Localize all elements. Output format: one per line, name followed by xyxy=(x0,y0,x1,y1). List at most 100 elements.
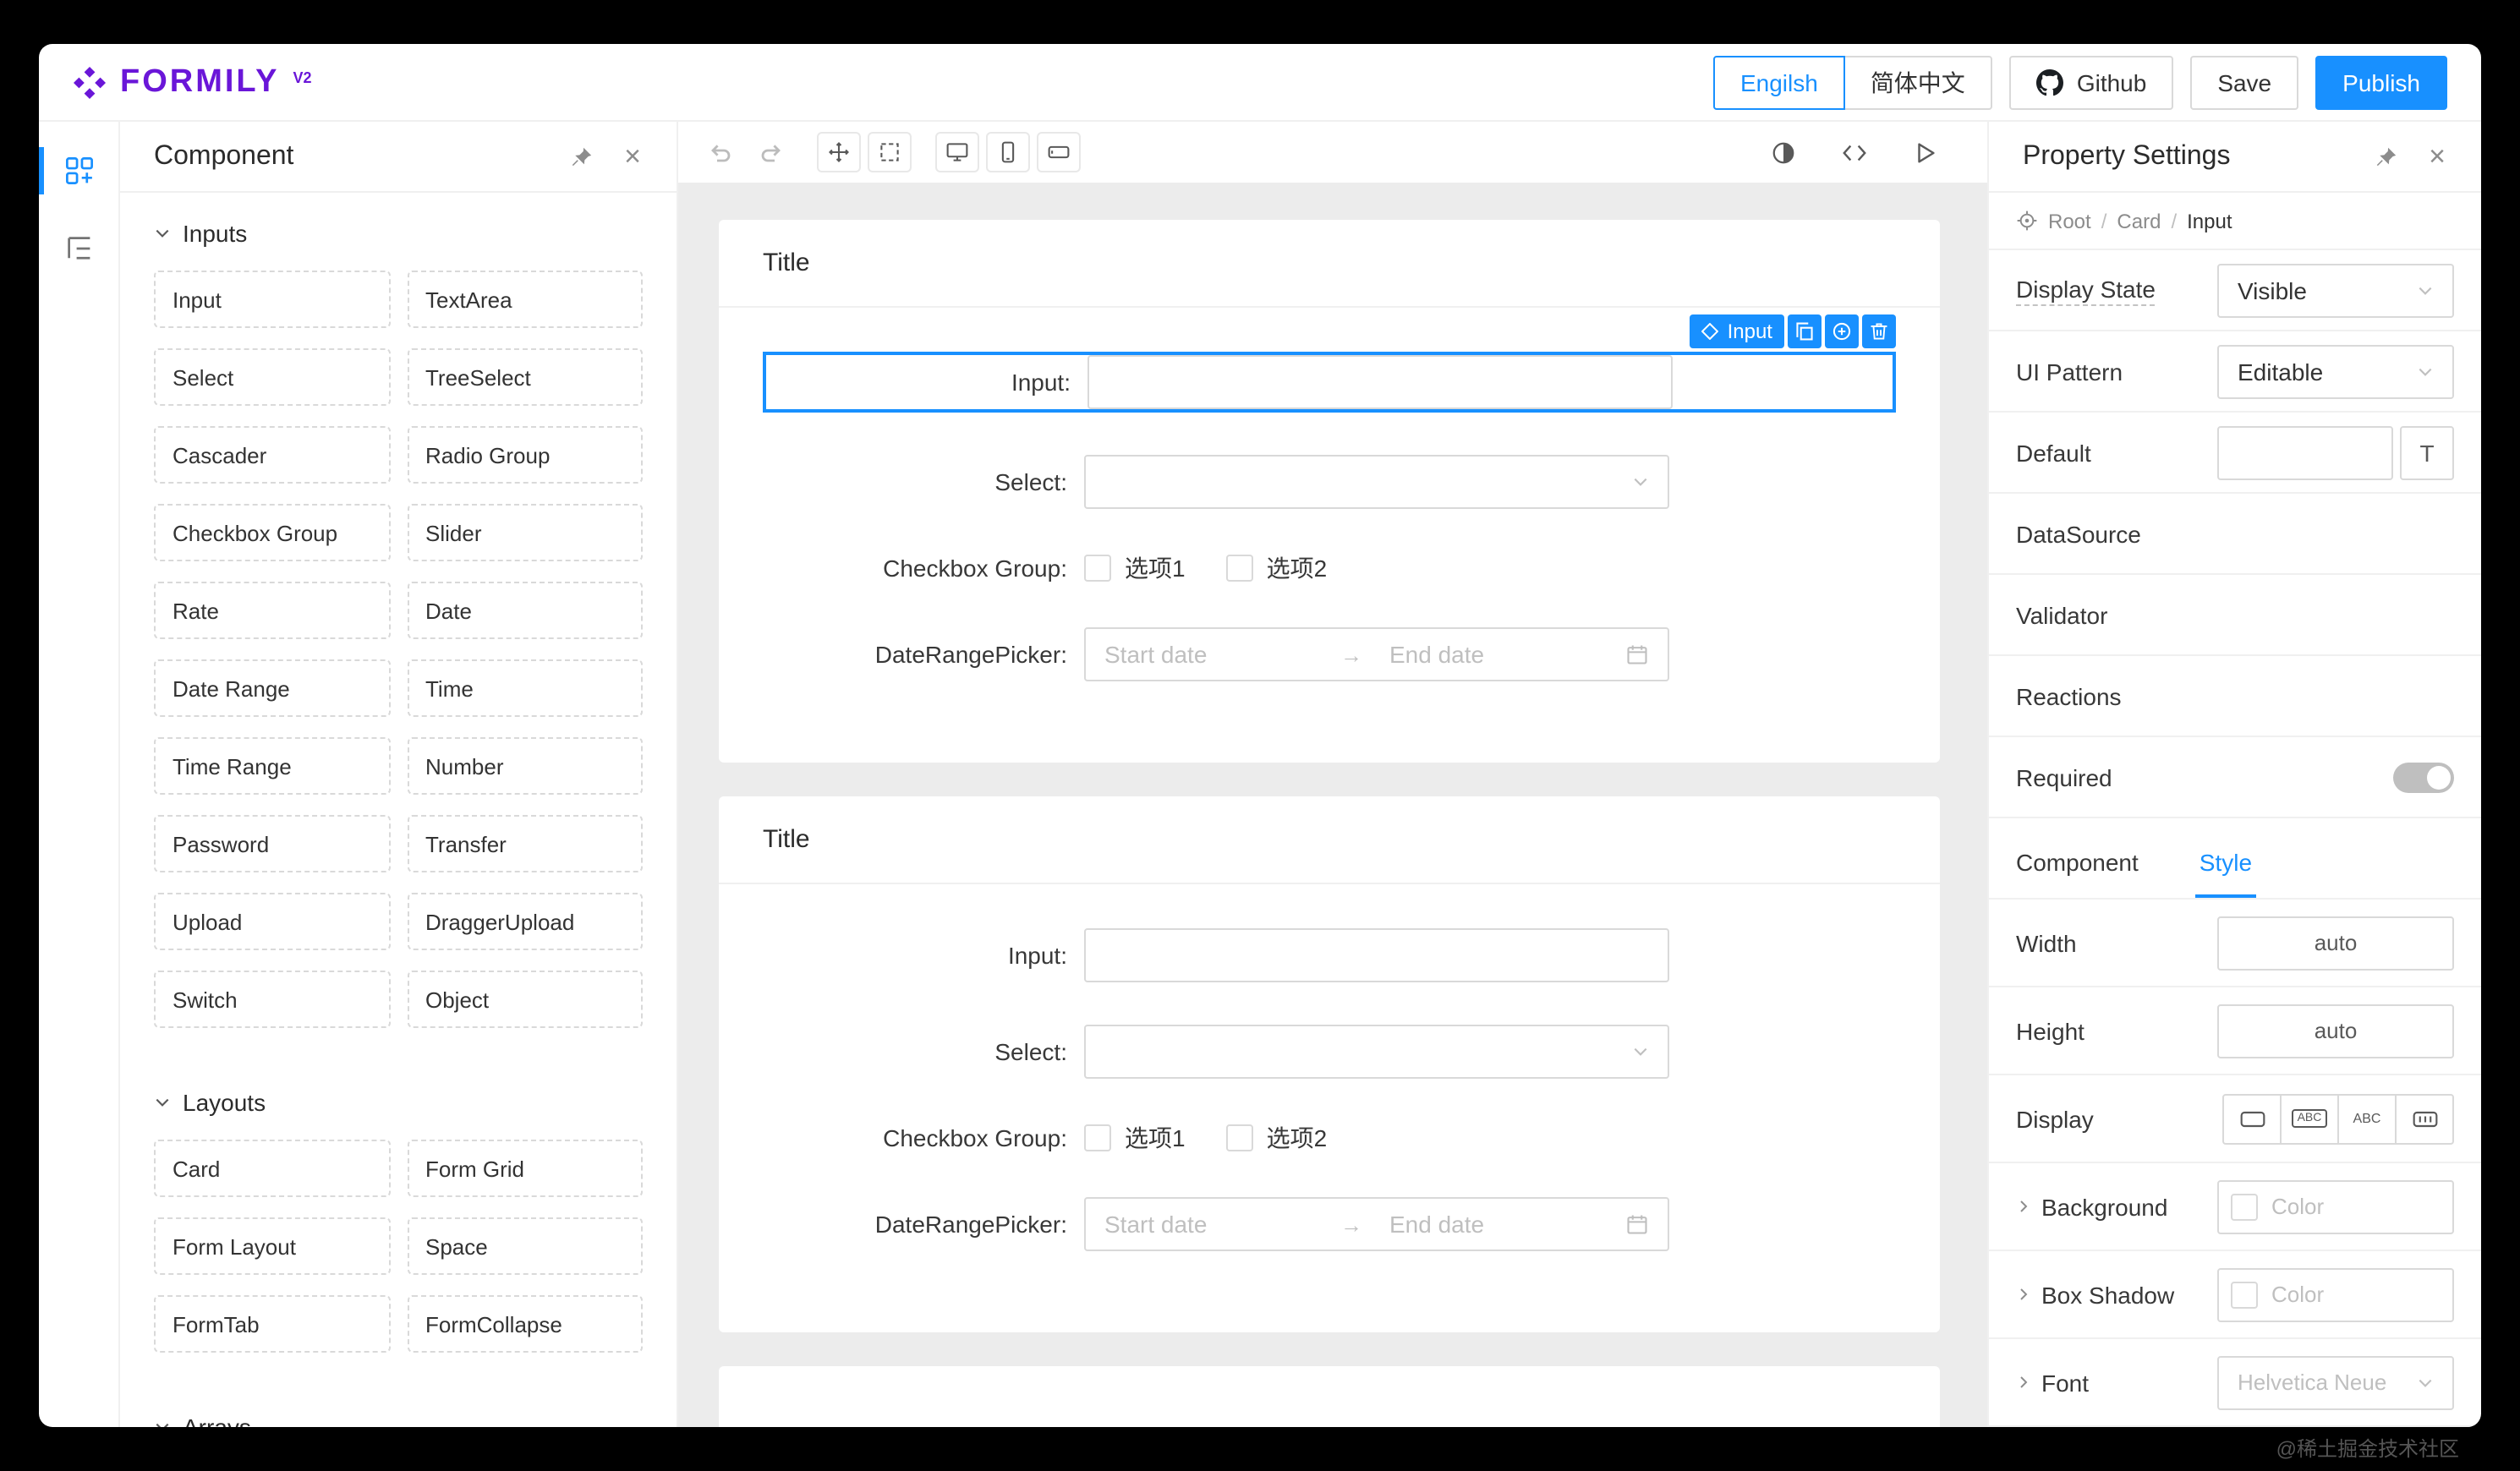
component-item[interactable]: Date Range xyxy=(154,659,390,717)
component-item[interactable]: Form Grid xyxy=(407,1140,643,1197)
component-item[interactable]: Input xyxy=(154,271,390,328)
component-item[interactable]: TextArea xyxy=(407,271,643,328)
width-input[interactable] xyxy=(2217,916,2454,970)
component-item[interactable]: Password xyxy=(154,815,390,872)
select-field-row[interactable]: Select: xyxy=(763,1025,1896,1079)
checkbox-icon[interactable] xyxy=(1084,555,1111,582)
date-range-picker[interactable]: Start date → End date xyxy=(1084,627,1669,681)
box-shadow-label-group[interactable]: Box Shadow xyxy=(2016,1281,2174,1308)
form-card[interactable]: Title Input: Select: Checkbox Group: 选项1… xyxy=(719,796,1940,1332)
component-item[interactable]: DraggerUpload xyxy=(407,893,643,950)
desktop-icon[interactable] xyxy=(935,132,979,172)
input-field-row[interactable]: Input: xyxy=(763,928,1896,982)
form-card[interactable]: Title Input Input: Select: Checkbox Grou… xyxy=(719,220,1940,763)
select-field-row[interactable]: Select: xyxy=(763,455,1896,509)
checkbox-option[interactable]: 选项2 xyxy=(1225,1121,1327,1155)
component-item[interactable]: Transfer xyxy=(407,815,643,872)
background-label-group[interactable]: Background xyxy=(2016,1193,2167,1220)
components-tab[interactable] xyxy=(39,132,118,210)
component-item[interactable]: Card xyxy=(154,1140,390,1197)
section-header-layouts[interactable]: Layouts xyxy=(120,1062,677,1136)
component-item[interactable]: FormTab xyxy=(154,1295,390,1353)
component-item[interactable]: Space xyxy=(407,1217,643,1275)
publish-button[interactable]: Publish xyxy=(2315,55,2447,109)
component-item[interactable]: Rate xyxy=(154,582,390,639)
component-item[interactable]: Number xyxy=(407,737,643,795)
component-item[interactable]: Switch xyxy=(154,971,390,1028)
component-item[interactable]: Object xyxy=(407,971,643,1028)
date-range-row[interactable]: DateRangePicker: Start date → End date xyxy=(763,627,1896,681)
section-header-inputs[interactable]: Inputs xyxy=(120,193,677,267)
component-item[interactable]: Time Range xyxy=(154,737,390,795)
section-header-arrays[interactable]: Arrays xyxy=(120,1386,677,1427)
tab-style[interactable]: Style xyxy=(2195,849,2256,898)
delete-icon[interactable] xyxy=(1862,314,1896,348)
box-shadow-color-picker[interactable]: Color xyxy=(2217,1267,2454,1321)
checkbox-group-row[interactable]: Checkbox Group: 选项1 选项2 xyxy=(763,551,1896,585)
pin-icon[interactable] xyxy=(565,139,599,173)
display-inline-block-icon[interactable]: ABC xyxy=(2280,1093,2339,1144)
font-family-select[interactable]: Helvetica Neue xyxy=(2217,1355,2454,1409)
checkbox-option[interactable]: 选项1 xyxy=(1084,551,1186,585)
default-input[interactable] xyxy=(2217,425,2393,479)
component-item[interactable]: Checkbox Group xyxy=(154,504,390,561)
date-range-row[interactable]: DateRangePicker: Start date → End date xyxy=(763,1197,1896,1251)
selected-input-field[interactable]: Input Input: xyxy=(763,314,1896,413)
height-input[interactable] xyxy=(2217,1003,2454,1058)
input-field[interactable] xyxy=(1087,355,1673,409)
background-color-picker[interactable]: Color xyxy=(2217,1179,2454,1233)
pin-icon[interactable] xyxy=(2369,139,2403,173)
form-card[interactable] xyxy=(719,1366,1940,1427)
close-icon[interactable]: × xyxy=(2420,139,2454,173)
date-range-picker[interactable]: Start date → End date xyxy=(1084,1197,1669,1251)
checkbox-icon[interactable] xyxy=(1225,1124,1253,1151)
tab-component[interactable]: Component xyxy=(2016,849,2139,898)
breadcrumb-input[interactable]: Input xyxy=(2187,209,2232,232)
language-english-button[interactable]: Engilsh xyxy=(1712,55,1845,109)
mobile-icon[interactable] xyxy=(986,132,1030,172)
checkbox-option[interactable]: 选项1 xyxy=(1084,1121,1186,1155)
close-icon[interactable]: × xyxy=(616,139,649,173)
input-field[interactable] xyxy=(1084,928,1669,982)
component-item[interactable]: Select xyxy=(154,348,390,406)
move-icon[interactable] xyxy=(817,132,861,172)
component-item[interactable]: Slider xyxy=(407,504,643,561)
component-item[interactable]: FormCollapse xyxy=(407,1295,643,1353)
checkbox-group-row[interactable]: Checkbox Group: 选项1 选项2 xyxy=(763,1121,1896,1155)
outline-tree-tab[interactable] xyxy=(39,210,118,287)
copy-icon[interactable] xyxy=(1788,314,1822,348)
save-button[interactable]: Save xyxy=(2190,55,2299,109)
checkbox-icon[interactable] xyxy=(1084,1124,1111,1151)
required-toggle[interactable] xyxy=(2393,762,2454,792)
select-field[interactable] xyxy=(1084,455,1669,509)
redo-icon[interactable] xyxy=(749,132,793,172)
component-item[interactable]: Cascader xyxy=(154,426,390,484)
font-label-group[interactable]: Font xyxy=(2016,1369,2089,1396)
component-item[interactable]: Upload xyxy=(154,893,390,950)
display-state-select[interactable]: Visible xyxy=(2217,263,2454,317)
selection-icon[interactable] xyxy=(868,132,912,172)
breadcrumb-card[interactable]: Card xyxy=(2117,209,2161,232)
select-field[interactable] xyxy=(1084,1025,1669,1079)
checkbox-option[interactable]: 选项2 xyxy=(1225,551,1327,585)
play-icon[interactable] xyxy=(1903,132,1947,172)
component-item[interactable]: Date xyxy=(407,582,643,639)
component-item[interactable]: Form Layout xyxy=(154,1217,390,1275)
display-flex-icon[interactable] xyxy=(2395,1093,2454,1144)
component-item[interactable]: Radio Group xyxy=(407,426,643,484)
undo-icon[interactable] xyxy=(698,132,742,172)
add-icon[interactable] xyxy=(1825,314,1859,348)
theme-icon[interactable] xyxy=(1761,132,1805,172)
github-button[interactable]: Github xyxy=(2008,55,2174,109)
checkbox-icon[interactable] xyxy=(1225,555,1253,582)
language-chinese-button[interactable]: 简体中文 xyxy=(1843,55,1992,109)
display-inline-icon[interactable]: ABC xyxy=(2337,1093,2397,1144)
display-block-icon[interactable] xyxy=(2222,1093,2282,1144)
source-code-icon[interactable] xyxy=(1832,132,1876,172)
breadcrumb-root[interactable]: Root xyxy=(2048,209,2091,232)
text-edit-icon[interactable]: T xyxy=(2400,425,2454,479)
ui-pattern-select[interactable]: Editable xyxy=(2217,344,2454,398)
component-item[interactable]: Time xyxy=(407,659,643,717)
tablet-landscape-icon[interactable] xyxy=(1037,132,1081,172)
component-item[interactable]: TreeSelect xyxy=(407,348,643,406)
